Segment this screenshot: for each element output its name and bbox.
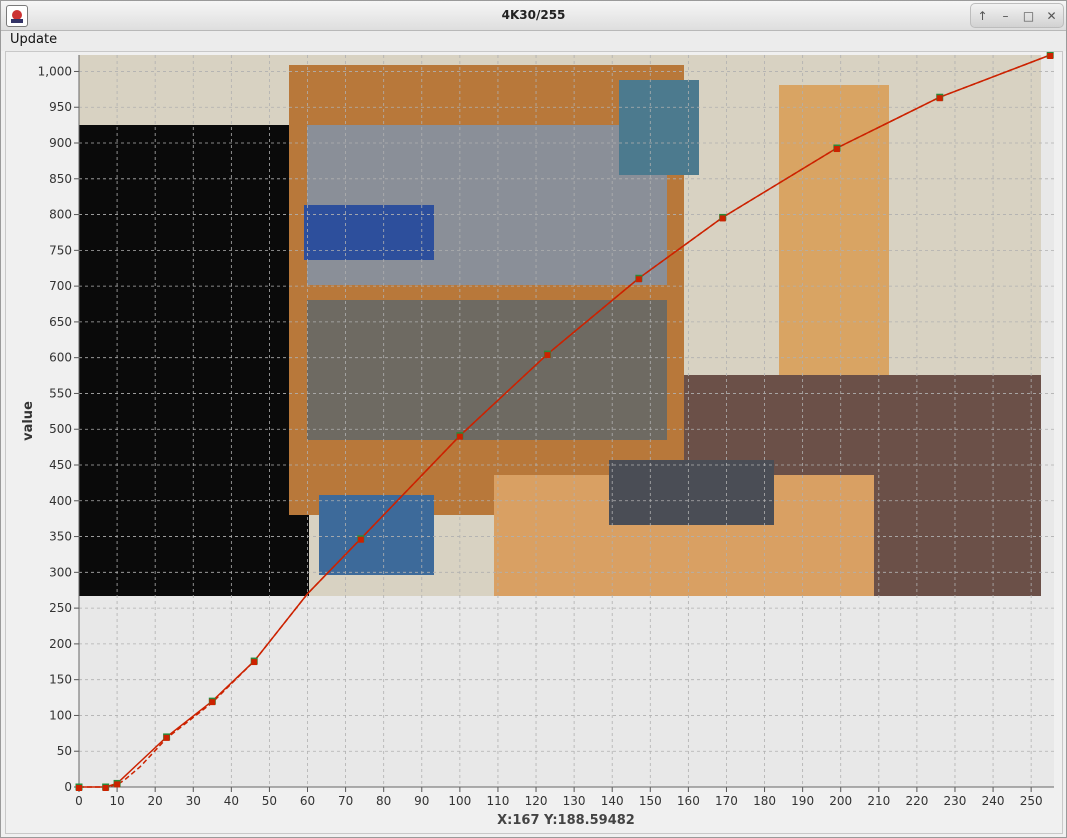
app-window: 4K30/255 ↑ – □ ✕ Update 0 10 20 30 40 50 60 70 8… bbox=[0, 0, 1067, 838]
x-tick-label-230: 230 bbox=[944, 794, 967, 808]
y-tick-label-200: 200 bbox=[49, 637, 72, 651]
x-tick-label-70: 70 bbox=[338, 794, 353, 808]
background-photo bbox=[79, 55, 1041, 596]
marker-1 bbox=[102, 785, 109, 791]
x-tick-label-180: 180 bbox=[753, 794, 776, 808]
x-tick-label-250: 250 bbox=[1020, 794, 1043, 808]
marker-12 bbox=[936, 95, 943, 102]
marker-11 bbox=[833, 146, 840, 153]
maximize-icon[interactable]: □ bbox=[1019, 6, 1039, 26]
chart-panel: 0 10 20 30 40 50 60 70 80 90 100 110 120 130 140 150 160… bbox=[5, 51, 1063, 834]
menu-bar: Update bbox=[1, 31, 1066, 51]
close-icon[interactable]: ✕ bbox=[1042, 6, 1062, 26]
y-tick-label-250: 250 bbox=[49, 601, 72, 615]
y-tick-labels: 0 50 100 150 200 250 300 350 400 450 500 550 600 650 7… bbox=[38, 64, 72, 794]
x-tick-label-110: 110 bbox=[486, 794, 509, 808]
x-tick-labels: 0 10 20 30 40 50 60 70 80 90 100 110 120 130 140 150 160… bbox=[75, 794, 1042, 808]
y-tick-label-950: 950 bbox=[49, 100, 72, 114]
y-tick-label-100: 100 bbox=[49, 708, 72, 722]
y-tick-label-750: 750 bbox=[49, 243, 72, 257]
y-tick-label-850: 850 bbox=[49, 172, 72, 186]
marker-6 bbox=[357, 536, 364, 543]
cursor-readout: X:167 Y:188.59482 bbox=[497, 813, 635, 828]
x-tick-label-40: 40 bbox=[224, 794, 239, 808]
photo-shelf-middle bbox=[307, 300, 667, 440]
photo-usb-box bbox=[319, 495, 434, 575]
y-tick-label-900: 900 bbox=[49, 136, 72, 150]
x-tick-label-190: 190 bbox=[791, 794, 814, 808]
x-tick-label-210: 210 bbox=[867, 794, 890, 808]
y-tick-label-650: 650 bbox=[49, 315, 72, 329]
marker-10 bbox=[719, 215, 726, 222]
x-tick-label-240: 240 bbox=[982, 794, 1005, 808]
x-tick-label-170: 170 bbox=[715, 794, 738, 808]
y-tick-label-50: 50 bbox=[57, 744, 72, 758]
marker-13 bbox=[1047, 53, 1054, 59]
x-tick-label-90: 90 bbox=[414, 794, 429, 808]
x-tick-label-150: 150 bbox=[639, 794, 662, 808]
x-tick-label-80: 80 bbox=[376, 794, 391, 808]
photo-dark-left bbox=[79, 125, 309, 596]
y-tick-label-600: 600 bbox=[49, 351, 72, 365]
marker-9 bbox=[635, 276, 642, 283]
marker-2 bbox=[114, 781, 121, 788]
photo-painting bbox=[619, 80, 699, 175]
chart-svg[interactable]: 0 10 20 30 40 50 60 70 80 90 100 110 120 130 140 150 160… bbox=[6, 52, 1064, 835]
x-tick-label-10: 10 bbox=[109, 794, 124, 808]
x-tick-label-100: 100 bbox=[448, 794, 471, 808]
marker-8 bbox=[544, 352, 551, 359]
y-tick-label-0: 0 bbox=[64, 780, 72, 794]
x-tick-label-0: 0 bbox=[75, 794, 83, 808]
photo-blue-box bbox=[304, 205, 434, 260]
y-tick-label-350: 350 bbox=[49, 530, 72, 544]
x-tick-label-140: 140 bbox=[601, 794, 624, 808]
y-tick-label-1000: 1,000 bbox=[38, 64, 72, 78]
x-tick-label-130: 130 bbox=[563, 794, 586, 808]
y-tick-label-550: 550 bbox=[49, 386, 72, 400]
marker-4 bbox=[209, 699, 216, 706]
y-tick-label-450: 450 bbox=[49, 458, 72, 472]
restore-icon[interactable]: ↑ bbox=[973, 6, 993, 26]
window-title: 4K30/255 bbox=[501, 8, 566, 22]
y-tick-label-800: 800 bbox=[49, 208, 72, 222]
y-tick-label-500: 500 bbox=[49, 422, 72, 436]
title-bar[interactable]: 4K30/255 ↑ – □ ✕ bbox=[1, 1, 1066, 31]
x-tick-label-120: 120 bbox=[525, 794, 548, 808]
menu-update[interactable]: Update bbox=[10, 32, 57, 47]
x-tick-label-220: 220 bbox=[905, 794, 928, 808]
y-tick-label-400: 400 bbox=[49, 494, 72, 508]
x-tick-label-160: 160 bbox=[677, 794, 700, 808]
x-tick-label-50: 50 bbox=[262, 794, 277, 808]
y-axis-label: value bbox=[21, 401, 36, 441]
marker-3 bbox=[163, 734, 170, 741]
x-tick-label-60: 60 bbox=[300, 794, 315, 808]
marker-7 bbox=[456, 433, 463, 440]
marker-0 bbox=[76, 785, 82, 791]
photo-laptop bbox=[609, 460, 774, 525]
minimize-icon[interactable]: – bbox=[996, 6, 1016, 26]
window-controls: ↑ – □ ✕ bbox=[970, 3, 1064, 28]
y-tick-label-150: 150 bbox=[49, 673, 72, 687]
y-tick-label-700: 700 bbox=[49, 279, 72, 293]
x-tick-label-20: 20 bbox=[148, 794, 163, 808]
x-tick-label-200: 200 bbox=[829, 794, 852, 808]
marker-5 bbox=[251, 659, 258, 666]
y-tick-label-300: 300 bbox=[49, 565, 72, 579]
x-tick-label-30: 30 bbox=[186, 794, 201, 808]
